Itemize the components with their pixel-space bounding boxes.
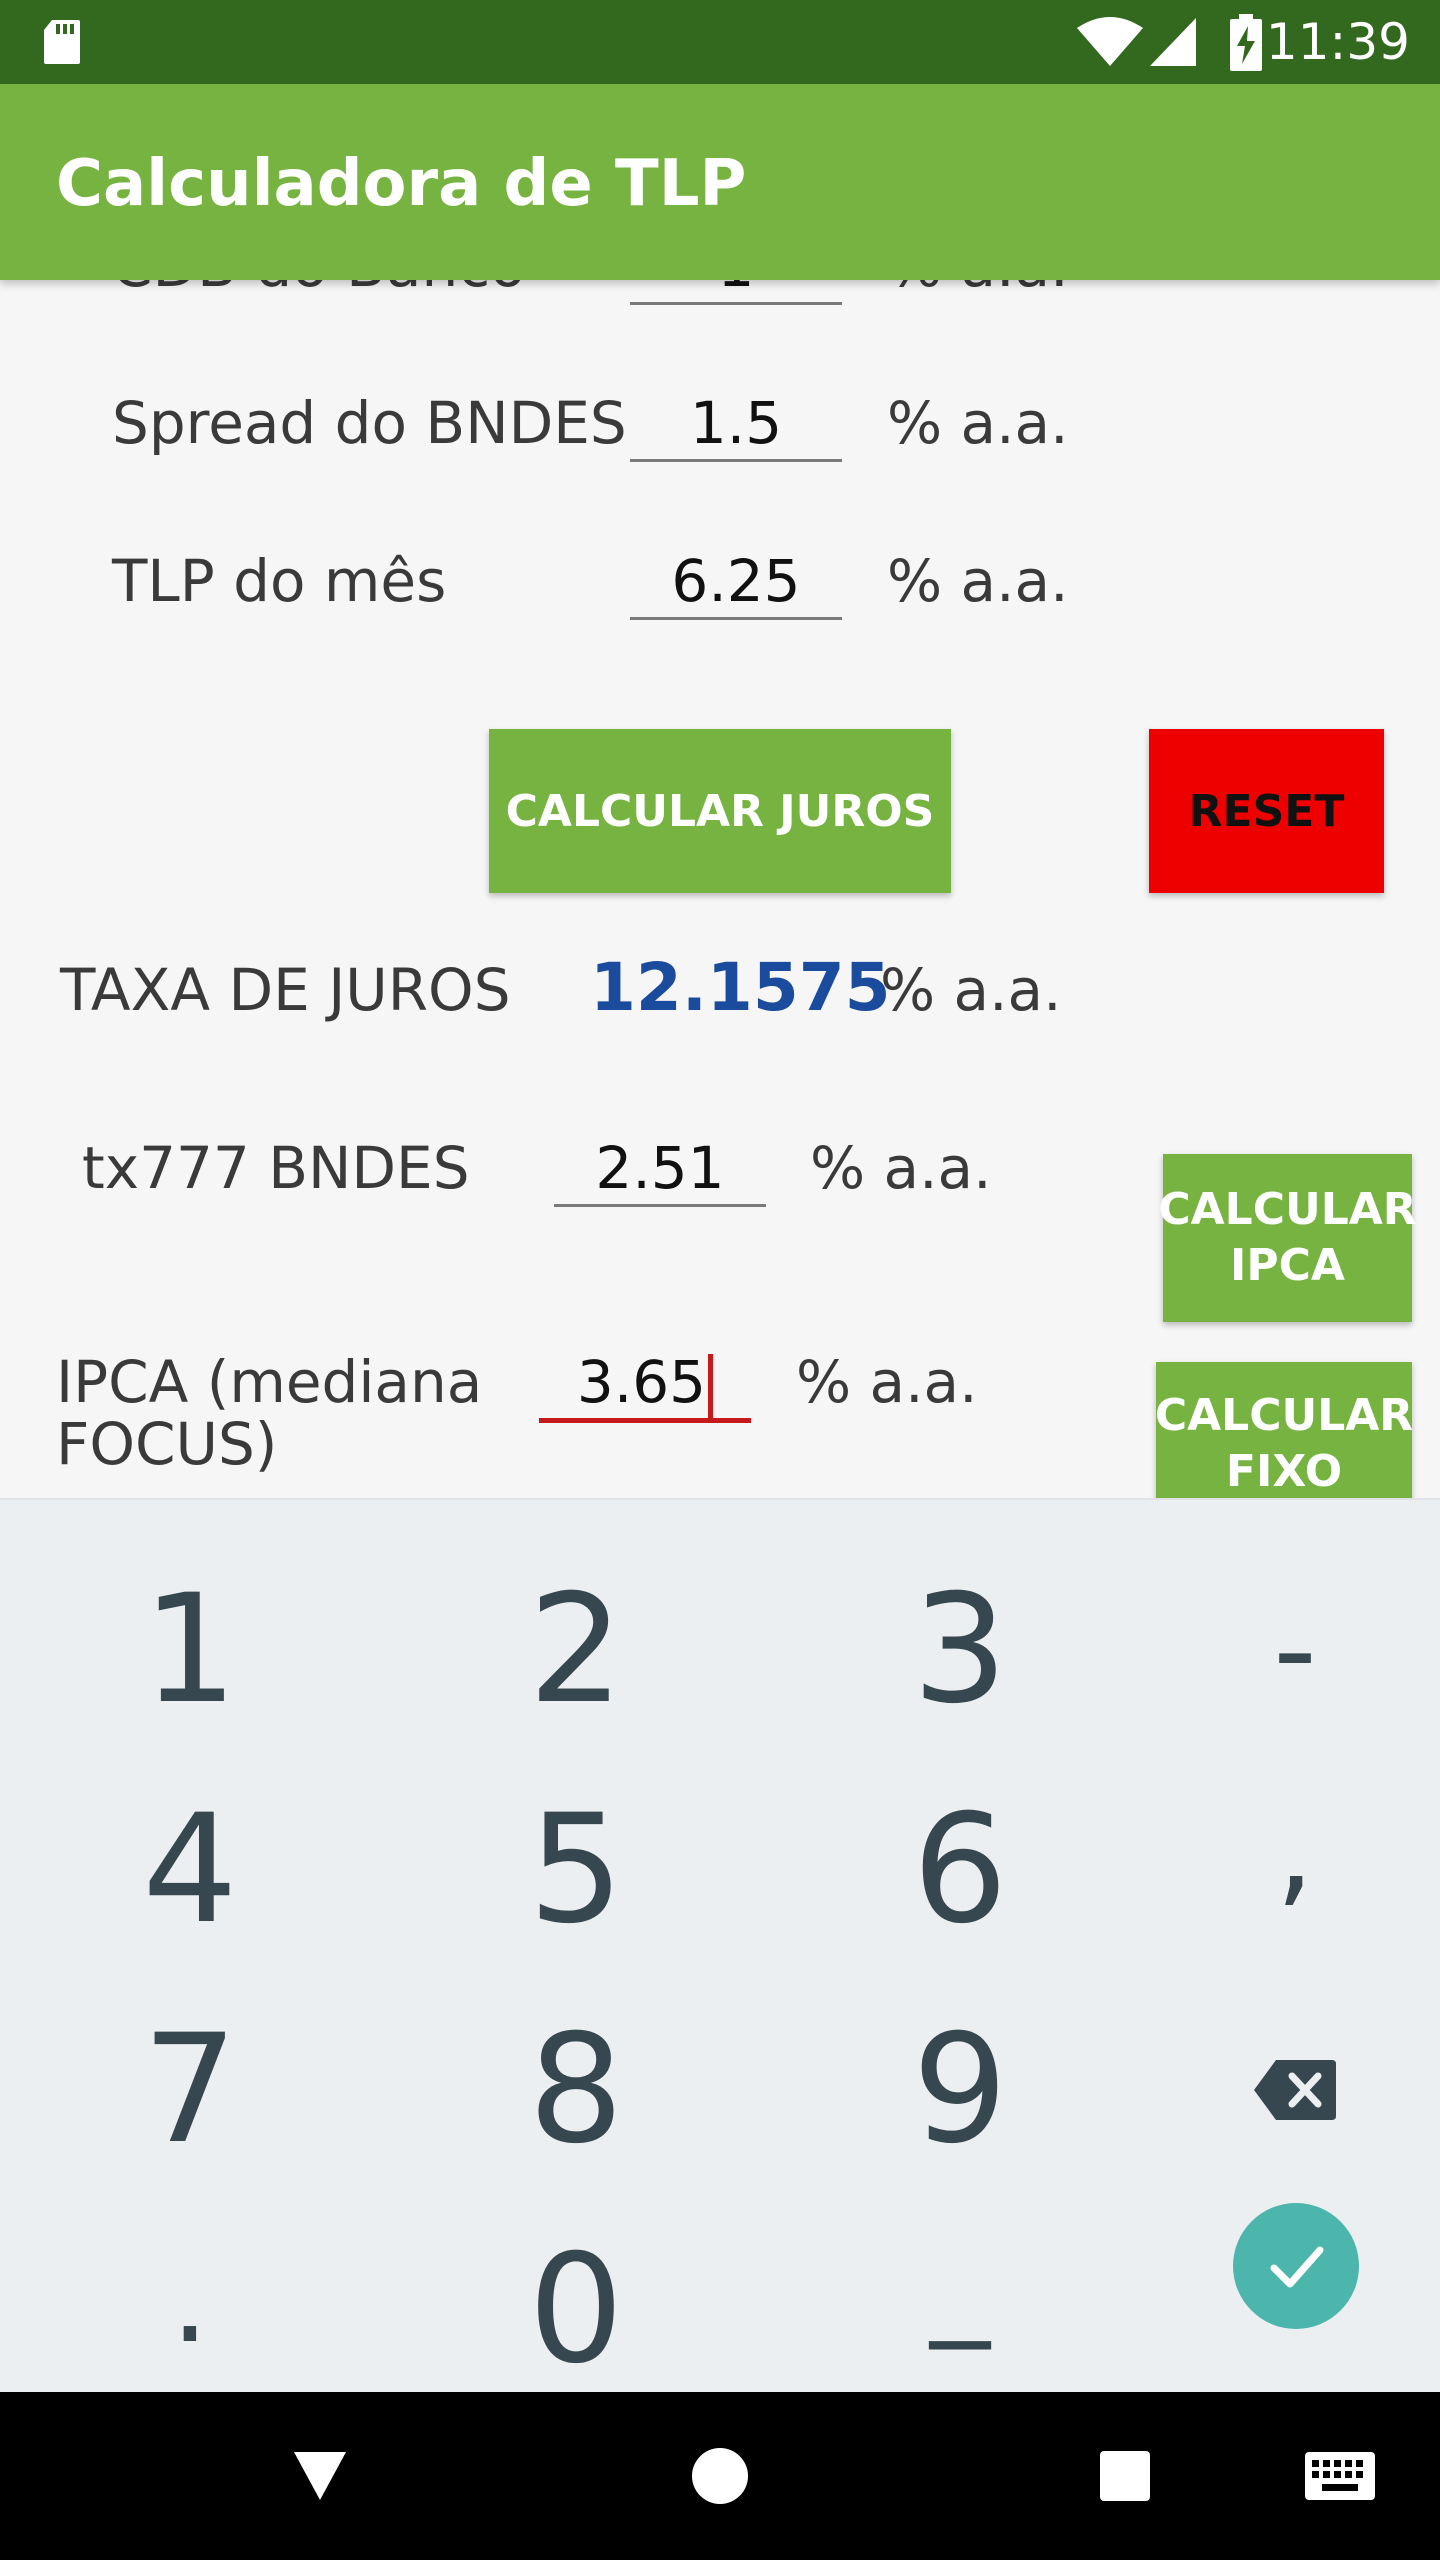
backspace-key[interactable] [1115,1980,1440,2200]
key-2[interactable]: 2 [396,1540,756,1760]
back-triangle-icon [294,2452,346,2500]
cdb-unit: % a.a. [887,280,1069,302]
numeric-keyboard: 1 2 3 - 4 5 6 , 7 8 9 . 0 _ [0,1498,1440,2397]
key-0[interactable]: 0 [396,2200,756,2420]
text-cursor [708,1353,714,1418]
key-8[interactable]: 8 [396,1980,756,2200]
app-title: Calculadora de TLP [56,147,747,221]
home-button[interactable] [668,2392,772,2560]
wifi-icon [1077,17,1143,66]
tx777-unit: % a.a. [810,1134,992,1202]
status-bar: 11:39 [0,0,1440,84]
clock: 11:39 [1265,13,1410,71]
back-button[interactable] [270,2392,370,2560]
ipca-label-line2: FOCUS) [56,1410,278,1478]
backspace-icon [1254,2060,1336,2120]
spread-input[interactable]: 1.5 [630,387,842,462]
tlp-input[interactable]: 6.25 [630,545,842,620]
home-circle-icon [692,2448,748,2504]
keyboard-switch-button[interactable] [1290,2392,1390,2560]
calcular-ipca-line2: IPCA [1230,1240,1345,1291]
key-comma[interactable]: , [1115,1740,1440,1960]
ipca-input[interactable]: 3.65 [539,1346,751,1423]
taxa-juros-value: 12.1575 [590,949,891,1026]
taxa-juros-label: TAXA DE JUROS [60,956,511,1024]
spread-unit: % a.a. [887,389,1069,457]
key-5[interactable]: 5 [396,1760,756,1980]
app-bar: Calculadora de TLP [0,84,1440,280]
recents-button[interactable] [1075,2392,1175,2560]
tx777-label: tx777 BNDES [82,1134,470,1202]
calcular-ipca-line1: CALCULAR [1158,1184,1417,1235]
ipca-unit: % a.a. [796,1348,978,1416]
cdb-label: CDB do Banco [112,280,526,302]
key-underscore[interactable]: _ [780,2170,1140,2390]
tlp-unit: % a.a. [887,547,1069,615]
signal-icon [1150,18,1196,66]
recents-square-icon [1100,2451,1150,2501]
keyboard-icon [1305,2452,1375,2500]
key-3[interactable]: 3 [780,1540,1140,1760]
key-period[interactable]: . [10,2190,370,2410]
calcular-ipca-button[interactable]: CALCULAR IPCA [1158,1154,1417,1322]
key-6[interactable]: 6 [780,1760,1140,1980]
battery-charging-icon [1230,14,1262,71]
done-key[interactable] [1233,2203,1359,2329]
calcular-fixo-line1: CALCULAR [1154,1390,1414,1441]
cdb-input[interactable]: 1 [630,280,842,305]
tx777-input[interactable]: 2.51 [554,1132,766,1207]
key-9[interactable]: 9 [780,1980,1140,2200]
reset-button[interactable]: RESET [1149,729,1384,893]
calcular-fixo-button[interactable]: CALCULAR FIXO [1154,1362,1414,1498]
key-7[interactable]: 7 [10,1980,370,2200]
done-check-icon [1270,2246,1324,2288]
calcular-fixo-line2: FIXO [1225,1446,1343,1497]
form-content[interactable]: CDB do Banco 1 % a.a. Spread do BNDES 1.… [0,280,1440,1498]
key-1[interactable]: 1 [10,1540,370,1760]
spread-label: Spread do BNDES [112,389,627,457]
navigation-bar [0,2392,1440,2560]
key-minus[interactable]: - [1115,1540,1440,1760]
taxa-juros-unit: % a.a. [880,956,1062,1024]
sd-card-icon [44,20,80,64]
calcular-juros-button[interactable]: CALCULAR JUROS [489,729,951,893]
key-4[interactable]: 4 [10,1760,370,1980]
ipca-input-value: 3.65 [576,1348,707,1416]
tlp-label: TLP do mês [112,547,447,615]
